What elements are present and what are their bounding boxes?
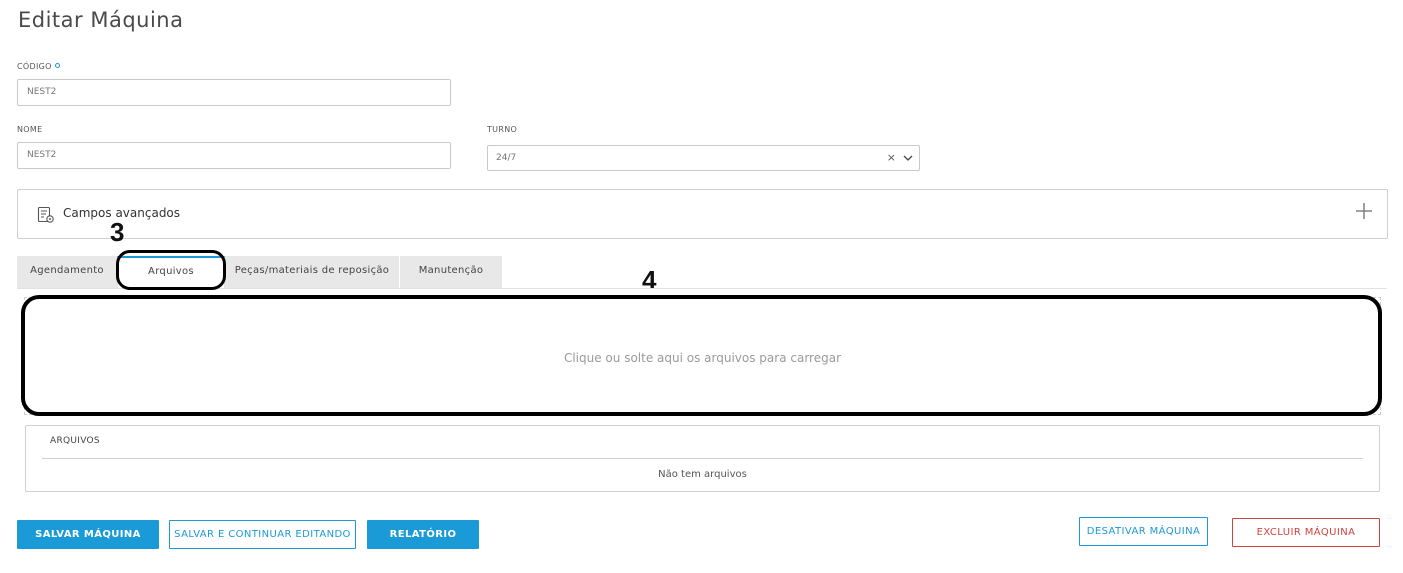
save-button[interactable]: SALVAR MÁQUINA (17, 520, 159, 549)
files-list: ARQUIVOS Não tem arquivos (25, 425, 1380, 492)
plus-icon[interactable] (1355, 202, 1373, 220)
codigo-label: CÓDIGO (17, 62, 60, 71)
files-header: ARQUIVOS (50, 436, 100, 446)
codigo-input[interactable]: NEST2 (17, 79, 451, 106)
files-empty-message: Não tem arquivos (658, 469, 747, 480)
tabs-divider (17, 288, 1387, 289)
files-divider (42, 458, 1363, 459)
nome-input[interactable]: NEST2 (17, 142, 451, 169)
clear-icon[interactable]: × (887, 146, 896, 170)
annotation-marker-3: 3 (110, 217, 125, 247)
nome-label: NOME (17, 125, 43, 134)
turno-label: TURNO (487, 125, 518, 134)
tab-pecas-materiais[interactable]: Peças/materiais de reposição (225, 256, 399, 288)
page-title: Editar Máquina (18, 8, 184, 32)
turno-select[interactable]: 24/7 × (487, 145, 920, 171)
report-button[interactable]: RELATÓRIO (367, 520, 479, 549)
delete-button[interactable]: EXCLUIR MÁQUINA (1232, 518, 1380, 547)
tab-agendamento[interactable]: Agendamento (17, 256, 117, 288)
required-indicator-icon (54, 63, 60, 68)
codigo-label-text: CÓDIGO (17, 62, 52, 71)
tab-manutencao[interactable]: Manutenção (400, 256, 502, 288)
turno-selected-value: 24/7 (496, 153, 517, 163)
annotation-ring-dropzone (21, 295, 1382, 416)
chevron-down-icon[interactable] (903, 153, 913, 163)
settings-list-icon (37, 206, 54, 223)
deactivate-button[interactable]: DESATIVAR MÁQUINA (1079, 517, 1208, 546)
advanced-fields-panel[interactable]: Campos avançados (17, 189, 1388, 239)
annotation-ring-tab (116, 250, 226, 290)
save-continue-button[interactable]: SALVAR E CONTINUAR EDITANDO (169, 520, 356, 549)
